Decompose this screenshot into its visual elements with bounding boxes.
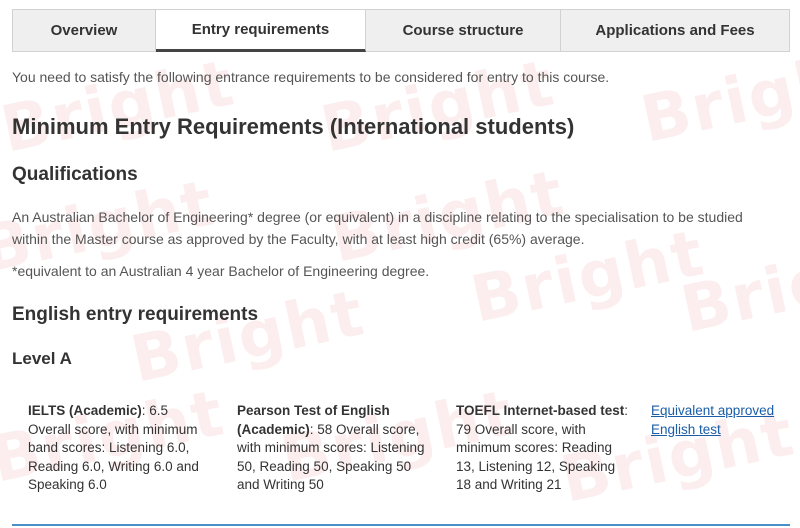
tab-bar: Overview Entry requirements Course struc…: [12, 9, 790, 52]
watermark: Bright: [314, 46, 562, 168]
page-title: Minimum Entry Requirements (Internationa…: [12, 114, 575, 139]
tab-applications-and-fees[interactable]: Applications and Fees: [561, 9, 790, 52]
test-ielts: IELTS (Academic): 6.5 Overall score, wit…: [28, 402, 208, 495]
equivalent-test-column: Equivalent approved English test: [651, 402, 781, 439]
level-heading: Level A: [12, 349, 72, 368]
watermark: Bright: [634, 36, 800, 158]
test-pearson: Pearson Test of English (Academic): 58 O…: [237, 402, 427, 495]
qualifications-text: An Australian Bachelor of Engineering* d…: [12, 209, 743, 247]
test-name: TOEFL Internet-based test: [456, 403, 625, 418]
tab-entry-requirements[interactable]: Entry requirements: [156, 9, 366, 52]
qualifications-note: *equivalent to an Australian 4 year Bach…: [12, 263, 430, 279]
tab-overview[interactable]: Overview: [12, 9, 156, 52]
tab-course-structure[interactable]: Course structure: [366, 9, 561, 52]
intro-text: You need to satisfy the following entran…: [12, 69, 610, 85]
test-toefl: TOEFL Internet-based test: 79 Overall sc…: [456, 402, 632, 495]
watermark: Bright: [0, 46, 242, 168]
watermark: Bright: [124, 276, 372, 398]
qualifications-heading: Qualifications: [12, 164, 138, 185]
test-name: IELTS (Academic): [28, 403, 142, 418]
equivalent-test-link[interactable]: Equivalent approved English test: [651, 403, 774, 437]
english-heading: English entry requirements: [12, 304, 259, 325]
divider: [12, 524, 790, 526]
